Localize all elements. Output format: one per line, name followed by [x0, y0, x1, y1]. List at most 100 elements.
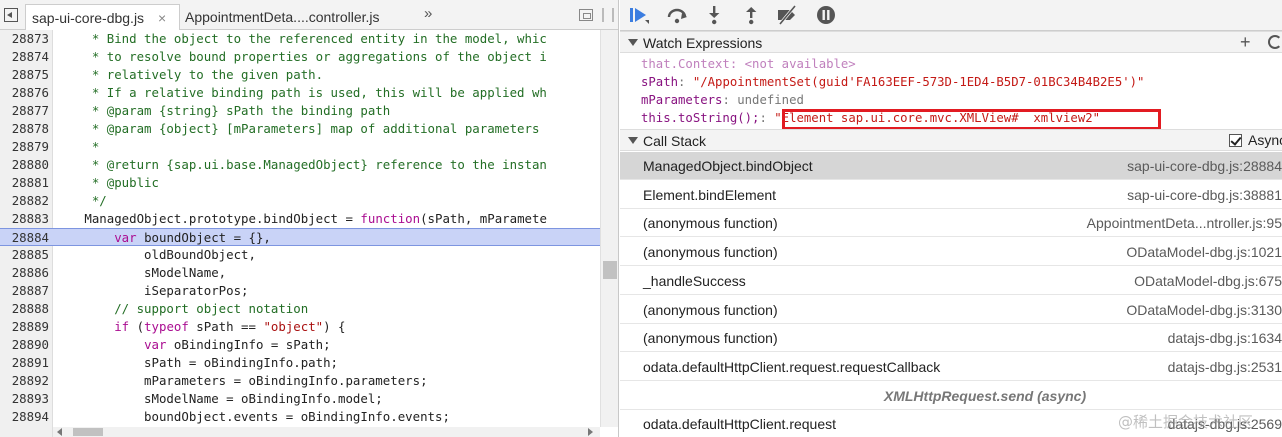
vertical-scrollbar[interactable] [600, 30, 618, 427]
line-number[interactable]: 28884 [0, 229, 49, 247]
call-frame[interactable]: _handleSuccess ODataModel-dbg.js:675 [620, 267, 1282, 295]
expand-triangle-icon[interactable] [628, 39, 638, 46]
code-line[interactable]: 28876 * If a relative binding path is us… [0, 84, 600, 102]
refresh-watch-icon[interactable] [1268, 35, 1282, 49]
line-number[interactable]: 28888 [0, 300, 49, 318]
code-token: typeof [144, 319, 189, 334]
scroll-right-icon[interactable] [588, 428, 593, 436]
code-token: ( [129, 319, 145, 334]
tab-sap-ui-core[interactable]: sap-ui-core-dbg.js × [25, 4, 180, 30]
line-number[interactable]: 28890 [0, 336, 49, 354]
line-number[interactable]: 28881 [0, 174, 49, 192]
call-frame[interactable]: (anonymous function) AppointmentDeta...nt… [620, 209, 1282, 238]
pause-resume-icon[interactable] [628, 4, 650, 26]
frame-function: ManagedObject.bindObject [643, 158, 813, 174]
call-frame[interactable]: (anonymous function) ODataModel-dbg.js:10… [620, 238, 1282, 267]
call-frame-selected[interactable]: ManagedObject.bindObject sap-ui-core-dbg.… [620, 152, 1282, 180]
more-tabs-icon[interactable]: » [424, 5, 432, 22]
line-number[interactable]: 28880 [0, 156, 49, 174]
watch-name: mParameters [641, 93, 723, 107]
code-line[interactable]: 28887 iSeparatorPos; [0, 282, 600, 300]
watch-expression[interactable]: that.Context: <not available> [641, 55, 856, 73]
code-line[interactable]: 28886 sModelName, [0, 264, 600, 282]
line-number[interactable]: 28875 [0, 66, 49, 84]
watch-value: undefined [737, 93, 804, 107]
call-frame[interactable]: odata.defaultHttpClient.request.requestC… [620, 353, 1282, 381]
call-frame[interactable]: (anonymous function) datajs-dbg.js:1634 [620, 324, 1282, 353]
line-number[interactable]: 28893 [0, 390, 49, 408]
line-number[interactable]: 28873 [0, 30, 49, 48]
frame-location-link[interactable]: sap-ui-core-dbg.js:38881 [1127, 181, 1282, 209]
code-line[interactable]: 28878 * @param {object} [mParameters] ma… [0, 120, 600, 138]
code-line[interactable]: 28893 sModelName = oBindingInfo.model; [0, 390, 600, 408]
call-frame[interactable]: (anonymous function) ODataModel-dbg.js:31… [620, 296, 1282, 324]
watermark: @稀土掘金技术社区 [1118, 413, 1254, 431]
show-debugger-icon[interactable] [579, 9, 593, 21]
watch-expressions-header[interactable]: Watch Expressions + [620, 31, 1282, 53]
debugger-toolbar [620, 0, 1282, 31]
code-line[interactable]: 28879 * [0, 138, 600, 156]
add-watch-icon[interactable]: + [1240, 32, 1251, 52]
scroll-left-icon[interactable] [57, 428, 62, 436]
code-line[interactable]: 28892 mParameters = oBindingInfo.paramet… [0, 372, 600, 390]
line-number[interactable]: 28887 [0, 282, 49, 300]
line-number[interactable]: 28878 [0, 120, 49, 138]
line-number[interactable]: 28876 [0, 84, 49, 102]
code-editor[interactable]: 28873 * Bind the object to the reference… [0, 30, 600, 427]
tab-appointment-controller[interactable]: AppointmentDeta....controller.js [180, 4, 380, 30]
line-number[interactable]: 28892 [0, 372, 49, 390]
step-over-icon[interactable] [666, 4, 688, 26]
frame-location-link[interactable]: ODataModel-dbg.js:3130 [1126, 296, 1282, 324]
code-line[interactable]: 28874 * to resolve bound properties or a… [0, 48, 600, 66]
frame-location-link[interactable]: sap-ui-core-dbg.js:28884 [1127, 152, 1282, 180]
scrollbar-thumb[interactable] [603, 261, 617, 279]
frame-location-link[interactable]: datajs-dbg.js:2531 [1168, 353, 1282, 381]
frame-location-link[interactable]: AppointmentDeta...ntroller.js:95 [1087, 209, 1282, 237]
line-number[interactable]: 28891 [0, 354, 49, 372]
line-number[interactable]: 28879 [0, 138, 49, 156]
frame-location-link[interactable]: datajs-dbg.js:1634 [1168, 324, 1282, 352]
line-number[interactable]: 28895 [0, 426, 49, 427]
navigator-toggle-icon[interactable] [4, 8, 18, 22]
step-out-icon[interactable] [740, 4, 762, 26]
current-execution-line[interactable]: 28884 var boundObject = {}, [0, 228, 600, 246]
horizontal-scrollbar[interactable] [53, 427, 600, 437]
line-number[interactable]: 28885 [0, 246, 49, 264]
call-frame[interactable]: Element.bindElement sap-ui-core-dbg.js:38… [620, 181, 1282, 209]
code-line[interactable]: 28894 boundObject.events = oBindingInfo.… [0, 408, 600, 426]
frame-location-link[interactable]: ODataModel-dbg.js:1021 [1126, 238, 1282, 266]
pause-on-exceptions-icon[interactable] [815, 4, 837, 26]
close-tab-icon[interactable]: × [158, 5, 166, 31]
watch-expression[interactable]: mParameters: undefined [641, 91, 804, 109]
code-line[interactable]: 28873 * Bind the object to the reference… [0, 30, 600, 48]
async-checkbox[interactable] [1229, 134, 1242, 147]
line-number[interactable]: 28883 [0, 210, 49, 228]
code-line[interactable]: 28881 * @public [0, 174, 600, 192]
code-line[interactable]: 28880 * @return {sap.ui.base.ManagedObje… [0, 156, 600, 174]
code-line[interactable]: 28882 */ [0, 192, 600, 210]
frame-location-link[interactable]: ODataModel-dbg.js:675 [1134, 267, 1282, 295]
scrollbar-thumb[interactable] [73, 428, 103, 436]
deactivate-breakpoints-icon[interactable] [776, 4, 798, 26]
section-title: Watch Expressions [643, 35, 763, 51]
code-line[interactable]: 28891 sPath = oBindingInfo.path; [0, 354, 600, 372]
line-number[interactable]: 28894 [0, 408, 49, 426]
watch-expression[interactable]: sPath: "/AppointmentSet(guid'FA163EEF-57… [641, 73, 1144, 91]
step-into-icon[interactable] [703, 4, 725, 26]
line-number[interactable]: 28874 [0, 48, 49, 66]
line-number[interactable]: 28889 [0, 318, 49, 336]
code-line[interactable]: 28888 // support object notation [0, 300, 600, 318]
expand-triangle-icon[interactable] [628, 137, 638, 144]
code-line[interactable]: 28885 oldBoundObject, [0, 246, 600, 264]
line-number[interactable]: 28886 [0, 264, 49, 282]
code-line[interactable]: 28883 ManagedObject.prototype.bindObject… [0, 210, 600, 228]
code-line[interactable]: 28877 * @param {string} sPath the bindin… [0, 102, 600, 120]
line-number[interactable]: 28882 [0, 192, 49, 210]
line-number[interactable]: 28877 [0, 102, 49, 120]
code-line[interactable]: 28889 if (typeof sPath == "object") { [0, 318, 600, 336]
toggle-sidebar-icon[interactable] [602, 8, 614, 22]
code-line[interactable]: 28890 var oBindingInfo = sPath; [0, 336, 600, 354]
code-line[interactable]: 28875 * relatively to the given path. [0, 66, 600, 84]
call-stack-header[interactable]: Call Stack Async [620, 129, 1282, 151]
